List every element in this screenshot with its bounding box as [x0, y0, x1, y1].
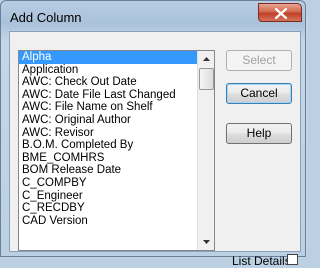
dialog-client-area: Alpha Application AWC: Check Out Date AWC: … [9, 31, 301, 268]
listbox-scrollbar[interactable] [197, 51, 214, 250]
list-item[interactable]: B.O.M. Completed By [19, 139, 199, 152]
arrow-down-icon [202, 240, 210, 244]
list-item[interactable]: Alpha [19, 51, 199, 64]
help-button[interactable]: Help [226, 123, 292, 144]
scroll-down-button[interactable] [198, 234, 214, 250]
scroll-thumb[interactable] [199, 68, 214, 90]
arrow-up-icon [202, 57, 210, 61]
list-item[interactable]: AWC: Date File Last Changed [19, 89, 199, 102]
list-item[interactable]: AWC: Revisor [19, 127, 199, 140]
scroll-up-button[interactable] [198, 51, 214, 67]
list-item[interactable]: Application [19, 64, 199, 77]
dialog-title: Add Column [10, 10, 82, 25]
list-item[interactable]: AWC: Original Author [19, 114, 199, 127]
list-item[interactable]: CAD Version [19, 215, 199, 228]
list-item[interactable]: BOM Release Date [19, 164, 199, 177]
list-item[interactable]: AWC: Check Out Date [19, 76, 199, 89]
list-item[interactable]: C_RECDBY [19, 202, 199, 215]
column-list: Alpha Application AWC: Check Out Date AWC: … [19, 51, 199, 227]
list-details-label: List Details [232, 254, 291, 268]
close-icon [275, 8, 287, 19]
list-item[interactable]: C_Engineer [19, 190, 199, 203]
list-item[interactable]: AWC: File Name on Shelf [19, 101, 199, 114]
close-button[interactable] [258, 3, 302, 22]
list-item[interactable]: C_COMPBY [19, 177, 199, 190]
list-details-checkbox[interactable] [287, 254, 298, 265]
add-column-dialog: Add Column Alpha Application AWC: Check Ou… [0, 0, 306, 268]
list-item[interactable]: BME_COMHRS [19, 152, 199, 165]
select-button[interactable]: Select [226, 50, 292, 71]
column-listbox[interactable]: Alpha Application AWC: Check Out Date AWC: … [18, 50, 215, 251]
cancel-button[interactable]: Cancel [226, 83, 292, 104]
